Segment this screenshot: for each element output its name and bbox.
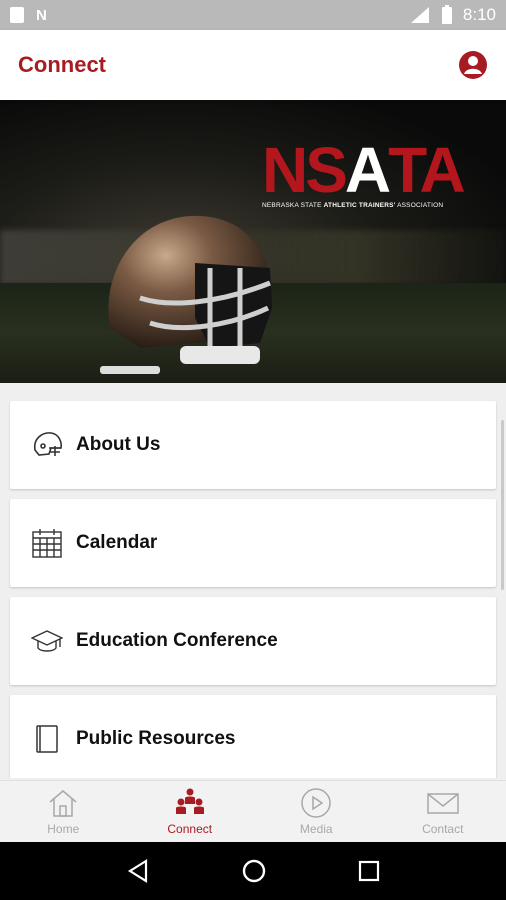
clock: 8:10 bbox=[462, 5, 496, 24]
hero-banner: NS A TA NEBRASKA STATE ATHLETIC TRAINERS' … bbox=[0, 100, 506, 383]
logo-tagline: NEBRASKA STATE ATHLETIC TRAINERS' ASSOCI… bbox=[262, 202, 444, 209]
nav-home[interactable]: Home bbox=[0, 781, 127, 842]
battery-icon bbox=[441, 5, 452, 24]
recents-icon[interactable] bbox=[358, 860, 380, 882]
nav-label: Media bbox=[299, 822, 333, 836]
signal-icon bbox=[410, 7, 429, 23]
status-bar: N 8:10 bbox=[0, 0, 506, 30]
nav-media[interactable]: Media bbox=[253, 781, 380, 842]
back-icon[interactable] bbox=[126, 859, 150, 883]
app-bar: Connect bbox=[0, 30, 506, 100]
bottom-navigation: Home Connect Media Contact bbox=[0, 780, 506, 842]
helmet-icon bbox=[30, 428, 64, 462]
menu-item-public-resources[interactable]: Public Resources bbox=[10, 695, 496, 778]
logo-letters: NS A TA bbox=[262, 134, 466, 206]
menu-item-label: Calendar bbox=[76, 532, 158, 553]
sd-card-icon bbox=[10, 7, 24, 23]
calendar-icon bbox=[30, 526, 64, 560]
system-navigation-bar bbox=[0, 842, 506, 900]
nav-label: Connect bbox=[167, 822, 213, 836]
page-title: Connect bbox=[18, 52, 106, 77]
football-helmet-image bbox=[100, 215, 273, 374]
notification-icon: N bbox=[36, 6, 47, 24]
menu-item-label: Education Conference bbox=[76, 630, 278, 651]
home-button-icon[interactable] bbox=[241, 858, 267, 884]
graduation-cap-icon bbox=[30, 624, 64, 658]
menu-list: About Us Calendar Education Conference P… bbox=[0, 383, 506, 778]
menu-item-about-us[interactable]: About Us bbox=[10, 401, 496, 489]
profile-icon[interactable] bbox=[458, 50, 488, 80]
nsata-logo: NS A TA NEBRASKA STATE ATHLETIC TRAINERS' … bbox=[262, 134, 472, 209]
scrollbar[interactable] bbox=[501, 420, 504, 590]
menu-item-label: Public Resources bbox=[76, 728, 236, 749]
nav-connect[interactable]: Connect bbox=[127, 781, 254, 842]
home-icon bbox=[46, 787, 80, 819]
menu-item-label: About Us bbox=[76, 434, 161, 455]
nav-label: Home bbox=[47, 822, 80, 836]
play-icon bbox=[299, 787, 333, 819]
menu-item-calendar[interactable]: Calendar bbox=[10, 499, 496, 587]
book-icon bbox=[30, 722, 64, 756]
nav-label: Contact bbox=[422, 822, 464, 836]
people-icon bbox=[173, 787, 207, 819]
menu-item-education-conference[interactable]: Education Conference bbox=[10, 597, 496, 685]
envelope-icon bbox=[426, 787, 460, 819]
nav-contact[interactable]: Contact bbox=[380, 781, 506, 842]
